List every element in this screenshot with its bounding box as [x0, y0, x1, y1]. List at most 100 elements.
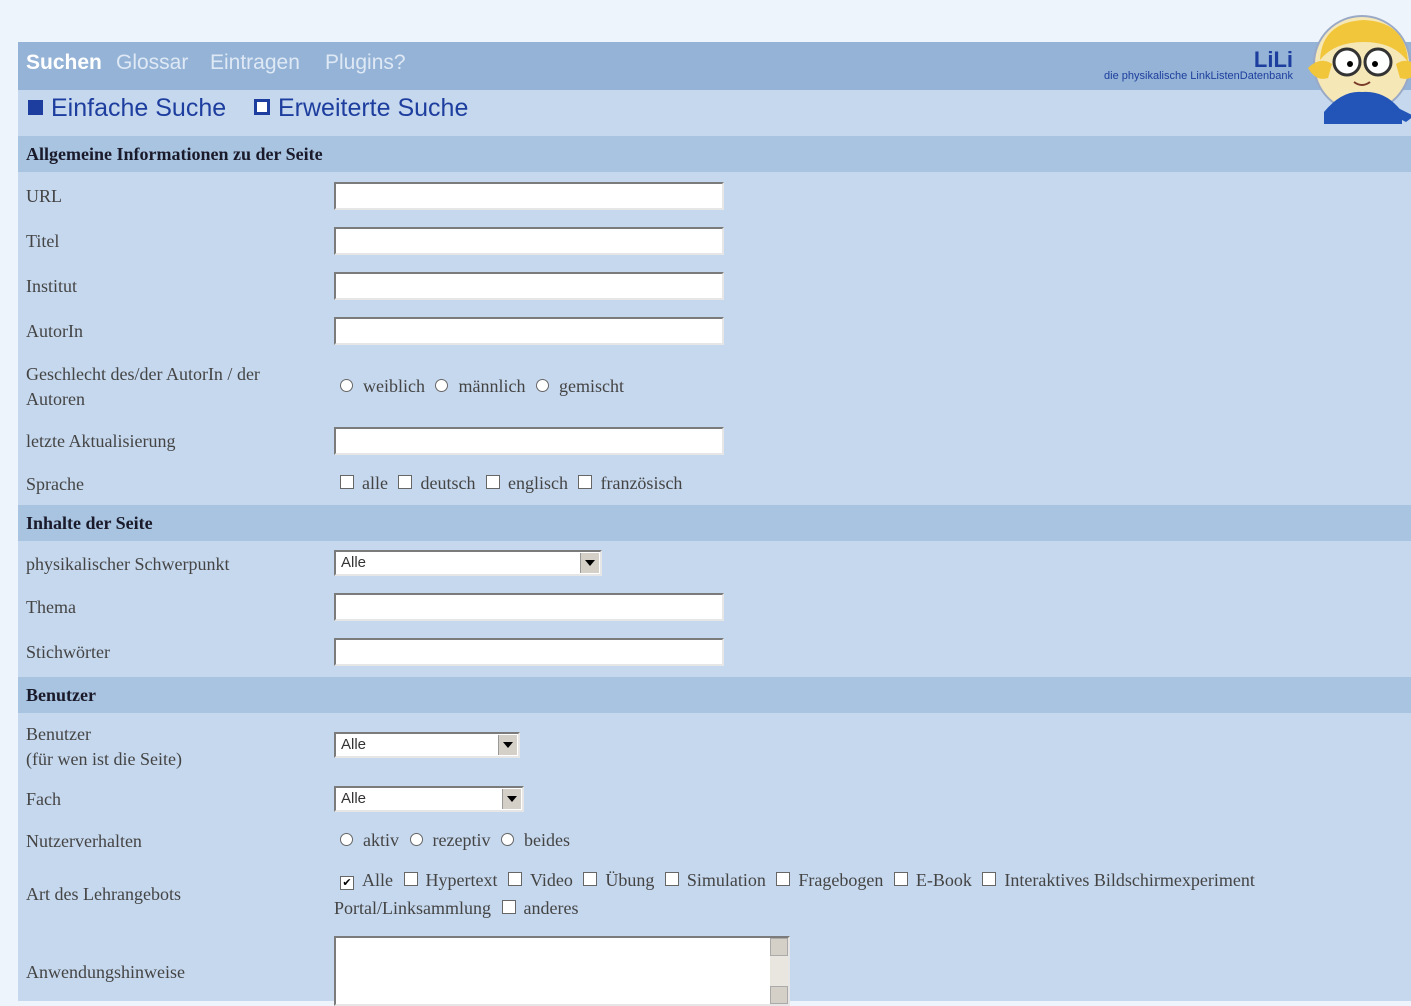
chevron-down-icon[interactable] — [580, 553, 599, 573]
cartoon-mascot-icon — [1308, 15, 1411, 124]
section-title: Inhalte der Seite — [26, 513, 153, 533]
tab-einfache-suche[interactable]: Einfache Suche — [28, 94, 226, 123]
label-schwerpunkt: physikalischer Schwerpunkt — [26, 554, 230, 574]
scroll-up-icon[interactable] — [770, 938, 788, 956]
lehrangebot-checkbox-group-line1: ✔ Alle Hypertext Video Übung Simulation F… — [340, 870, 1261, 891]
label-benutzer-line1: Benutzer — [26, 724, 91, 744]
anwendung-textarea[interactable] — [334, 936, 790, 1006]
checkbox-label: Portal/Linksammlung — [334, 898, 491, 918]
label-anwendung: Anwendungshinweise — [26, 962, 185, 982]
page-frame: Suchen Glossar Eintragen Plugins? LiLi d… — [18, 15, 1411, 1006]
label-lehrangebot: Art des Lehrangebots — [26, 884, 181, 904]
label-institut: Institut — [26, 276, 78, 296]
checkbox-label: Alle — [362, 870, 393, 890]
radio-label: männlich — [458, 376, 526, 396]
checkbox-portal-linksammlung[interactable]: Portal/Linksammlung — [334, 898, 491, 919]
geschlecht-radio-group: weiblich männlich gemischt — [340, 376, 630, 397]
checkbox-simulation[interactable]: Simulation — [664, 870, 766, 891]
brand-subtitle: die physikalische LinkListenDatenbank — [1104, 70, 1293, 82]
section-header-users: Benutzer — [18, 677, 1411, 713]
radio-label: weiblich — [363, 376, 425, 396]
radio-beides[interactable]: beides — [500, 830, 570, 851]
radio-label: aktiv — [363, 830, 399, 850]
nav-glossar[interactable]: Glossar — [116, 51, 188, 75]
chevron-down-icon[interactable] — [498, 735, 517, 755]
label-aktualisierung: letzte Aktualisierung — [26, 431, 176, 451]
label-geschlecht: Geschlecht des/der AutorIn / der Autoren — [26, 362, 260, 412]
label-nutzerverhalten: Nutzerverhalten — [26, 831, 142, 851]
tab-erweiterte-suche[interactable]: Erweiterte Suche — [254, 94, 468, 123]
radio-weiblich[interactable]: weiblich — [340, 376, 425, 397]
radio-label: beides — [523, 830, 570, 850]
checkbox-label: Interaktives Bildschirmexperiment — [1004, 870, 1255, 890]
checkbox-anderes[interactable]: anderes — [501, 898, 579, 919]
nutzerverhalten-radio-group: aktiv rezeptiv beides — [340, 830, 576, 851]
aktualisierung-input[interactable] — [334, 427, 724, 455]
stichwoerter-input[interactable] — [334, 638, 724, 666]
label-benutzer: Benutzer (für wen ist die Seite) — [26, 722, 182, 772]
checkbox-label: Video — [529, 870, 573, 890]
sprache-checkbox-group: alle deutsch englisch französisch — [340, 473, 688, 494]
label-sprache: Sprache — [26, 474, 84, 494]
checkbox-englisch[interactable]: englisch — [485, 473, 568, 494]
schwerpunkt-select[interactable]: Alle — [334, 550, 602, 576]
select-value: Alle — [341, 790, 367, 807]
section-header-general: Allgemeine Informationen zu der Seite — [18, 136, 1411, 172]
top-nav: Suchen Glossar Eintragen Plugins? LiLi d… — [18, 42, 1411, 90]
select-value: Alle — [341, 736, 367, 753]
chevron-down-icon[interactable] — [502, 789, 521, 809]
nav-eintragen[interactable]: Eintragen — [210, 51, 300, 75]
label-stichwoerter: Stichwörter — [26, 642, 110, 662]
checkbox-label: E-Book — [915, 870, 972, 890]
label-benutzer-line2: (für wen ist die Seite) — [26, 749, 182, 769]
checkbox-label: Übung — [605, 870, 655, 890]
nav-plugins[interactable]: Plugins? — [325, 51, 406, 75]
checkbox-hypertext[interactable]: Hypertext — [403, 870, 498, 891]
checkbox-lehrangebot-alle[interactable]: ✔ Alle — [340, 870, 393, 891]
nav-suchen[interactable]: Suchen — [26, 51, 102, 75]
benutzer-select[interactable]: Alle — [334, 732, 520, 758]
radio-maennlich[interactable]: männlich — [435, 376, 525, 397]
checkbox-label: anderes — [523, 898, 579, 918]
fach-select[interactable]: Alle — [334, 786, 524, 812]
label-geschlecht-line2: Autoren — [26, 389, 85, 409]
checkbox-label: Simulation — [686, 870, 766, 890]
url-input[interactable] — [334, 182, 724, 210]
autorin-input[interactable] — [334, 317, 724, 345]
radio-aktiv[interactable]: aktiv — [340, 830, 399, 851]
section-title: Benutzer — [26, 685, 96, 705]
label-geschlecht-line1: Geschlecht des/der AutorIn / der — [26, 364, 260, 384]
checkbox-deutsch[interactable]: deutsch — [398, 473, 475, 494]
checkbox-label: französisch — [600, 473, 683, 493]
checkbox-e-book[interactable]: E-Book — [893, 870, 972, 891]
radio-gemischt[interactable]: gemischt — [535, 376, 624, 397]
textarea-scrollbar[interactable] — [770, 938, 788, 1004]
thema-input[interactable] — [334, 593, 724, 621]
checkbox-uebung[interactable]: Übung — [583, 870, 654, 891]
radio-rezeptiv[interactable]: rezeptiv — [409, 830, 491, 851]
checkbox-fragebogen[interactable]: Fragebogen — [776, 870, 883, 891]
checkbox-franzoesisch[interactable]: französisch — [578, 473, 682, 494]
section-title: Allgemeine Informationen zu der Seite — [26, 144, 323, 164]
lehrangebot-checkbox-group-line2: Portal/Linksammlung anderes — [334, 898, 584, 919]
tab-erweiterte-suche-label: Erweiterte Suche — [278, 94, 469, 122]
scroll-down-icon[interactable] — [770, 986, 788, 1004]
label-fach: Fach — [26, 789, 61, 809]
label-titel: Titel — [26, 231, 60, 251]
titel-input[interactable] — [334, 227, 724, 255]
label-thema: Thema — [26, 597, 76, 617]
square-bullet-icon — [28, 100, 43, 115]
checkbox-alle-sprachen[interactable]: alle — [340, 473, 388, 494]
tab-einfache-suche-label: Einfache Suche — [51, 94, 227, 122]
checkbox-label: englisch — [507, 473, 568, 493]
radio-label: rezeptiv — [432, 830, 491, 850]
institut-input[interactable] — [334, 272, 724, 300]
radio-label: gemischt — [558, 376, 624, 396]
checkbox-bildschirmexperiment[interactable]: Interaktives Bildschirmexperiment — [982, 870, 1255, 891]
label-autorin: AutorIn — [26, 321, 83, 341]
checkbox-label: deutsch — [420, 473, 476, 493]
square-outline-icon — [254, 99, 270, 115]
checkbox-label: Fragebogen — [798, 870, 884, 890]
checkbox-video[interactable]: Video — [507, 870, 573, 891]
checkbox-label: Hypertext — [425, 870, 498, 890]
